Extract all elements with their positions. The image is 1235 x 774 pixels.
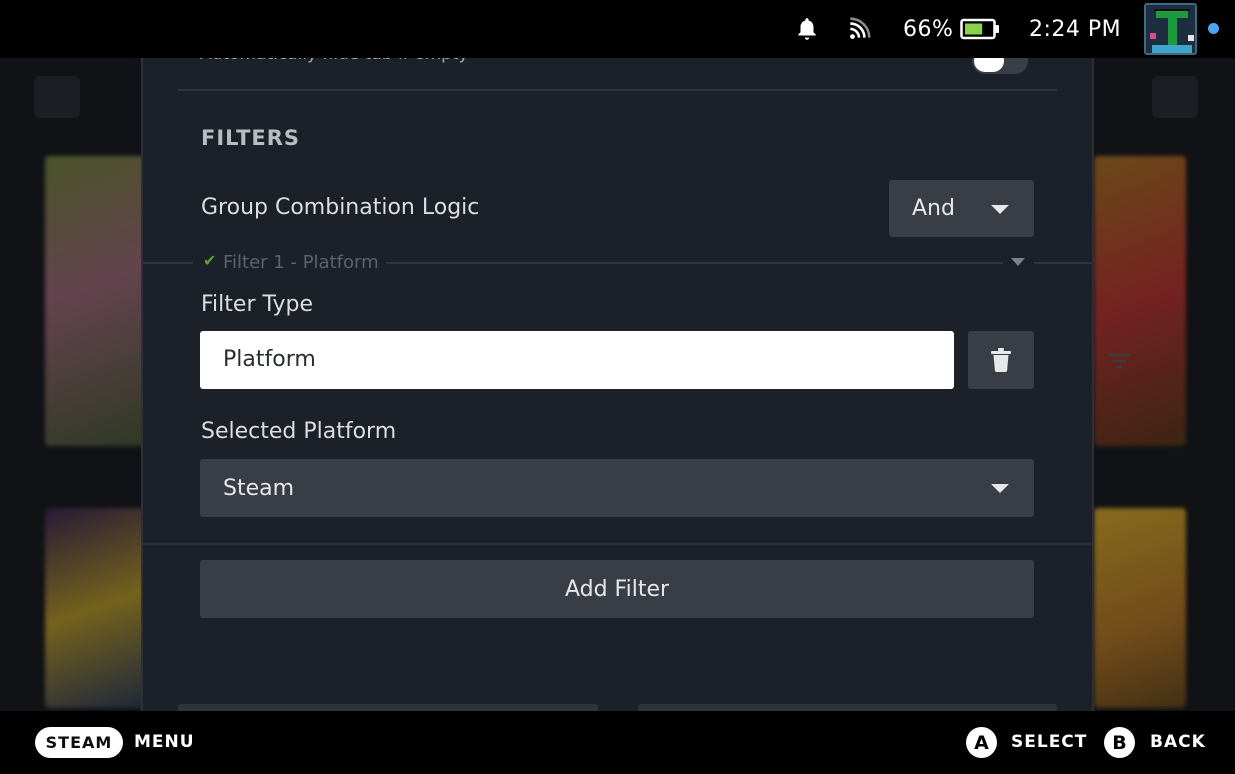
group-logic-label: Group Combination Logic bbox=[201, 195, 480, 220]
divider bbox=[143, 262, 193, 264]
section-title: FILTERS bbox=[201, 126, 301, 150]
filter-type-field[interactable]: Platform bbox=[200, 331, 1130, 389]
screen: 66% 2:24 PM Automatically hide tab if em bbox=[0, 0, 1235, 774]
divider bbox=[143, 543, 1092, 545]
chevron-down-icon bbox=[991, 484, 1009, 493]
collapse-triangle-icon[interactable] bbox=[1011, 258, 1025, 266]
chevron-down-icon bbox=[991, 204, 1009, 214]
filter-group-header[interactable]: ✔ Filter 1 - Platform bbox=[143, 251, 1092, 274]
selected-platform-dropdown[interactable]: Steam bbox=[200, 459, 1034, 517]
group-logic-dropdown[interactable]: And bbox=[889, 180, 1034, 237]
a-button-glyph[interactable]: A bbox=[966, 727, 997, 758]
menu-label: MENU bbox=[134, 732, 195, 752]
battery-icon bbox=[960, 0, 1000, 58]
add-filter-label: Add Filter bbox=[564, 576, 670, 602]
group-logic-value: And bbox=[912, 196, 955, 221]
background-game-tile bbox=[45, 508, 145, 708]
clock: 2:24 PM bbox=[1029, 16, 1122, 42]
select-label: SELECT bbox=[1011, 732, 1088, 752]
filter-type-label: Filter Type bbox=[201, 292, 314, 317]
filter-type-value: Platform bbox=[223, 347, 316, 372]
b-button-glyph[interactable]: B bbox=[1104, 727, 1135, 758]
divider bbox=[178, 89, 1057, 91]
selected-platform-value: Steam bbox=[223, 475, 295, 501]
divider bbox=[386, 262, 1003, 264]
trash-icon bbox=[991, 348, 1011, 372]
network-icon bbox=[846, 0, 872, 58]
status-bar: 66% 2:24 PM bbox=[0, 0, 1235, 58]
back-label: BACK bbox=[1150, 732, 1206, 752]
bell-icon[interactable] bbox=[794, 0, 820, 58]
background-game-tile bbox=[1094, 508, 1186, 708]
online-status-dot bbox=[1208, 23, 1219, 34]
background-game-tile bbox=[1094, 156, 1186, 446]
add-filter-button[interactable]: Add Filter bbox=[200, 560, 1034, 618]
background-left-shoulder-button bbox=[34, 76, 80, 118]
battery-percent: 66% bbox=[903, 16, 954, 42]
selected-platform-label: Selected Platform bbox=[201, 419, 397, 444]
delete-filter-button[interactable] bbox=[968, 331, 1034, 389]
controller-hint-bar: STEAM MENU A SELECT B BACK bbox=[0, 711, 1235, 774]
avatar[interactable] bbox=[1144, 3, 1197, 55]
steam-button[interactable]: STEAM bbox=[35, 727, 123, 758]
check-icon: ✔ bbox=[203, 251, 217, 270]
battery-fill bbox=[965, 23, 983, 35]
filter-lines-icon bbox=[1108, 353, 1130, 369]
background-right-shoulder-button bbox=[1152, 76, 1198, 118]
background-game-tile bbox=[45, 156, 145, 446]
divider bbox=[1034, 262, 1092, 264]
filter-header-title: Filter 1 - Platform bbox=[223, 252, 379, 273]
